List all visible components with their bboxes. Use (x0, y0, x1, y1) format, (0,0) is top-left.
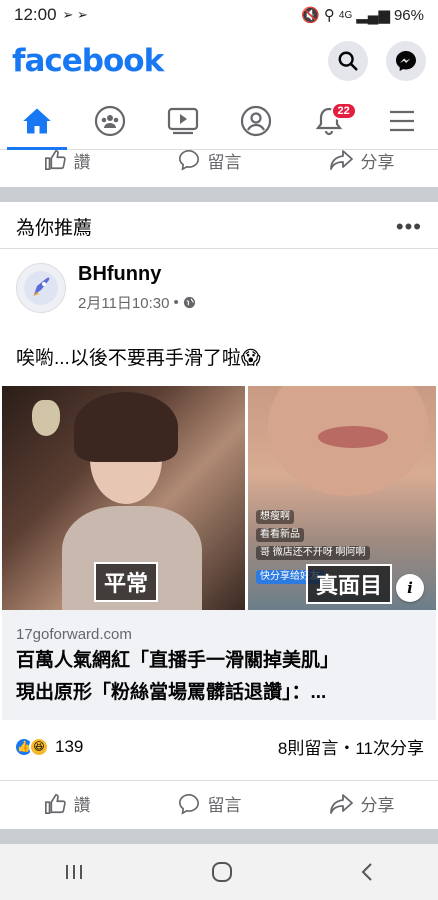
mute-icon: 🔇 (301, 7, 320, 24)
menu-icon (389, 110, 414, 131)
status-bar: 12:00 ➢ ➢ 🔇 ⚲ 4G ▂▄▆ 96% (0, 0, 438, 30)
home-icon (22, 108, 51, 133)
system-nav-bar (0, 844, 438, 900)
rocket-icon (24, 271, 58, 305)
globe-icon (183, 296, 195, 309)
post-media[interactable]: 平常 想瘦啊 看看新品 哥 微店还不开呀 啊阿啊 快分享给好友 真面目 i (2, 386, 436, 610)
photo-real-face[interactable]: 想瘦啊 看看新品 哥 微店还不开呀 啊阿啊 快分享给好友 真面目 i (248, 386, 436, 610)
post-timestamp[interactable]: 2月11日10:30 (78, 292, 169, 313)
like-icon (44, 150, 66, 170)
section-header: 為你推薦 ••• (0, 205, 438, 249)
meta-separator: • (173, 294, 179, 311)
link-domain: 17goforward.com (16, 626, 132, 643)
lips-shape (318, 426, 388, 448)
status-time: 12:00 (14, 5, 57, 24)
live-comment-3: 哥 微店还不开呀 啊阿啊 (256, 546, 370, 560)
back-icon[interactable] (360, 862, 374, 882)
comment-icon (178, 793, 199, 815)
label-normal: 平常 (94, 562, 159, 602)
feed-divider-bottom (0, 829, 438, 844)
post-actions: 讚 留言 分享 (0, 780, 438, 826)
reaction-icons: 👍 😆 (14, 736, 49, 757)
like-button[interactable]: 讚 (44, 791, 91, 816)
link-title-line-1: 百萬人氣網紅「直播手一滑關掉美肌」 (16, 650, 340, 671)
recent-apps-icon[interactable] (64, 863, 84, 881)
like-label: 讚 (73, 152, 91, 172)
profile-icon (240, 105, 271, 136)
messenger-button[interactable] (386, 41, 426, 81)
hair-shape (74, 392, 178, 462)
network-label: 4G (338, 9, 353, 21)
notification-badge: 22 (330, 101, 357, 120)
live-comment-1: 想瘦啊 (256, 510, 294, 524)
link-preview[interactable]: 17goforward.com 百萬人氣網紅「直播手一滑關掉美肌」 現出原形「粉… (2, 610, 436, 720)
reaction-count: 139 (55, 736, 84, 756)
photo-normal[interactable]: 平常 (2, 386, 245, 610)
like-label: 讚 (73, 796, 91, 815)
battery-level: 96% (393, 6, 424, 24)
video-icon (167, 107, 198, 134)
groups-icon (94, 105, 125, 136)
share-label: 分享 (360, 796, 395, 815)
comments-shares-count[interactable]: 8則留言・11次分享 (278, 734, 424, 759)
search-button[interactable] (328, 41, 368, 81)
post-text: 唉喲...以後不要再手滑了啦😱 (16, 348, 261, 369)
comment-icon (178, 150, 199, 171)
label-real-face: 真面目 (306, 564, 393, 604)
section-title: 為你推薦 (16, 218, 93, 239)
prev-like-button[interactable]: 讚 (44, 148, 91, 173)
share-button[interactable]: 分享 (329, 791, 395, 816)
search-icon (338, 51, 358, 71)
more-options-button[interactable]: ••• (396, 214, 422, 240)
prev-post-actions: 讚 留言 分享 (0, 140, 438, 180)
link-title-line-2: 現出原形「粉絲當場罵髒話退讚」：... (16, 682, 327, 703)
share-label: 分享 (360, 152, 395, 172)
comment-label: 留言 (207, 796, 242, 815)
post-header: BHfunny 2月11日10:30 • (16, 263, 196, 313)
send-icon: ➢ ➢ (62, 7, 88, 22)
share-icon (329, 150, 353, 170)
reactions-summary[interactable]: 👍 😆 139 8則留言・11次分享 (14, 734, 424, 759)
author-avatar[interactable] (16, 263, 66, 313)
home-circle-icon[interactable] (211, 861, 233, 883)
author-name[interactable]: BHfunny (78, 263, 196, 286)
live-comment-2: 看看新品 (256, 528, 304, 542)
messenger-icon (396, 51, 416, 71)
share-icon (329, 793, 353, 814)
prev-comment-button[interactable]: 留言 (178, 148, 242, 173)
haha-reaction-icon: 😆 (29, 736, 49, 757)
facebook-logo[interactable]: facebook (12, 43, 164, 79)
signal-icon: ▂▄▆ (356, 7, 390, 24)
location-icon: ⚲ (323, 7, 335, 24)
like-icon (44, 793, 66, 814)
top-bar: facebook (0, 30, 438, 92)
prev-share-button[interactable]: 分享 (329, 148, 395, 173)
info-button[interactable]: i (396, 574, 424, 602)
wine-glass-shape (32, 400, 60, 436)
comment-button[interactable]: 留言 (178, 791, 242, 816)
comment-label: 留言 (207, 152, 242, 172)
feed-divider (0, 187, 438, 202)
post-meta: 2月11日10:30 • (78, 292, 196, 313)
